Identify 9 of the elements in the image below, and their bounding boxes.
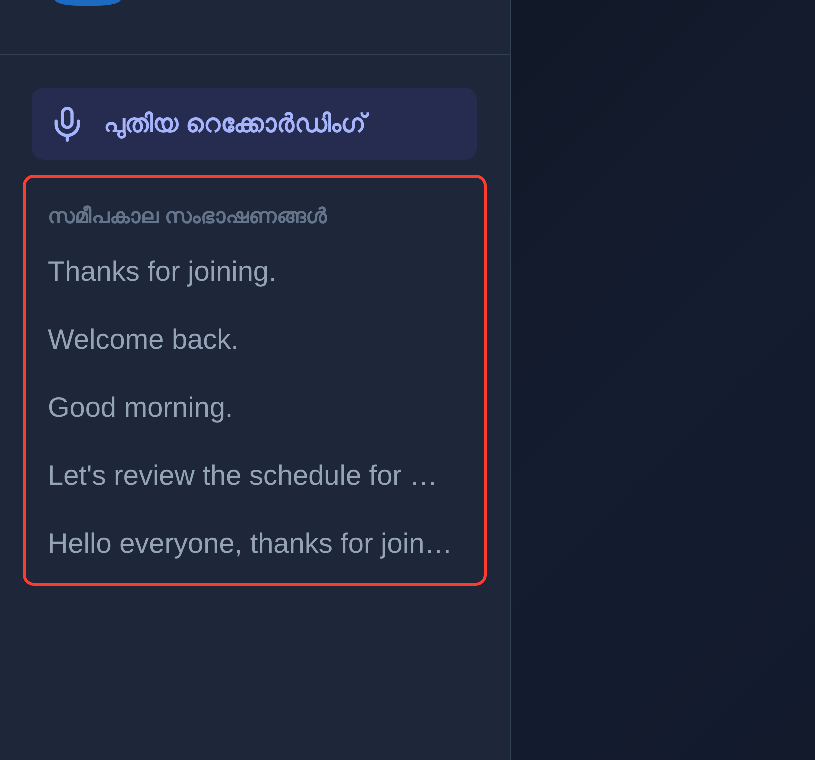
microphone-icon (54, 106, 81, 142)
conversation-item[interactable]: Welcome back. (48, 306, 476, 374)
new-recording-button[interactable]: പുതിയ റെക്കോർഡിംഗ് (32, 88, 477, 160)
section-heading: സമീപകാല സംഭാഷണങ്ങൾ (48, 204, 328, 230)
conversation-item[interactable]: Let's review the schedule for … (48, 442, 476, 510)
partial-button[interactable] (55, 0, 121, 6)
conversation-item[interactable]: Thanks for joining. (48, 238, 476, 306)
conversation-item[interactable]: Hello everyone, thanks for join… (48, 510, 476, 578)
conversation-item[interactable]: Good morning. (48, 374, 476, 442)
